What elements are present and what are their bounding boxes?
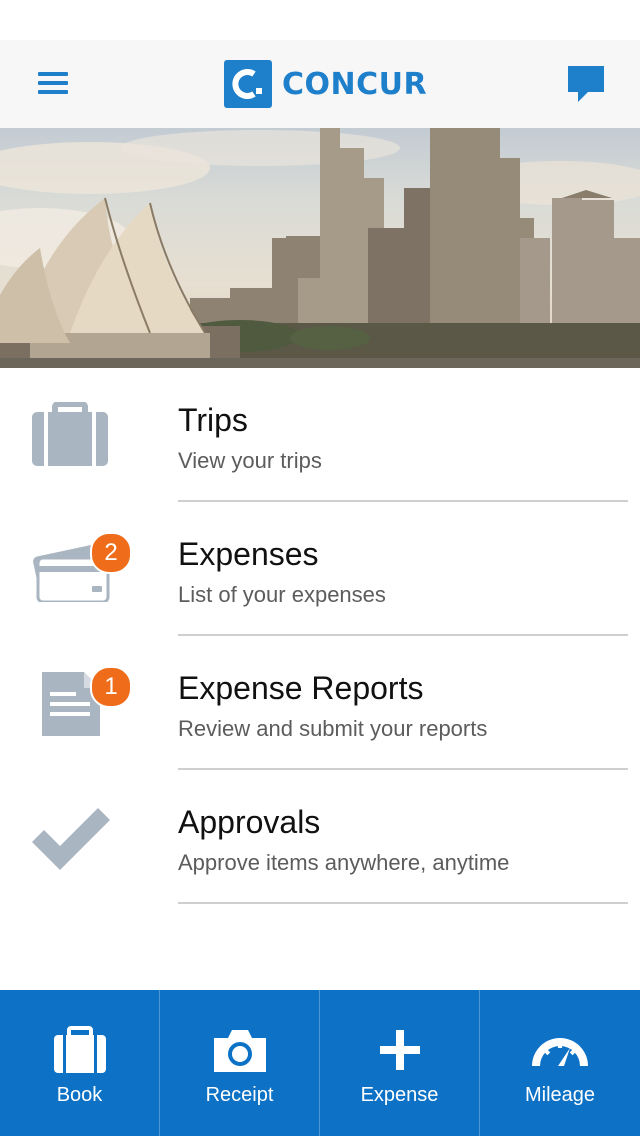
menu-item-title: Expense Reports xyxy=(178,670,424,706)
suitcase-icon xyxy=(50,1026,110,1074)
concur-logo: CONCUR xyxy=(224,60,427,108)
divider xyxy=(178,902,628,904)
tab-label: Receipt xyxy=(205,1084,274,1106)
menu-item-expense-reports[interactable]: 1 Expense Reports Review and submit your… xyxy=(0,636,640,770)
camera-icon xyxy=(210,1026,270,1074)
status-bar xyxy=(0,0,640,40)
tab-receipt[interactable]: Receipt xyxy=(160,990,320,1136)
tab-label: Mileage xyxy=(524,1084,596,1106)
checkmark-icon xyxy=(28,804,112,870)
expense-reports-count-badge: 1 xyxy=(90,666,132,708)
top-navigation-bar: CONCUR xyxy=(0,40,640,129)
menu-item-approvals[interactable]: Approvals Approve items anywhere, anytim… xyxy=(0,770,640,904)
menu-item-title: Trips xyxy=(178,402,248,438)
speedometer-icon xyxy=(530,1026,590,1074)
menu-item-subtitle: Approve items anywhere, anytime xyxy=(178,850,510,875)
bottom-tab-bar: Book Receipt Expense Mileage xyxy=(0,990,640,1136)
menu-item-trips[interactable]: Trips View your trips xyxy=(0,368,640,502)
expenses-count-badge: 2 xyxy=(90,532,132,574)
tab-label: Expense xyxy=(360,1084,439,1106)
concur-logo-icon xyxy=(224,60,272,108)
menu-hamburger-icon[interactable] xyxy=(36,66,72,102)
menu-item-subtitle: List of your expenses xyxy=(178,582,386,607)
plus-icon xyxy=(370,1026,430,1074)
hero-city-skyline-image xyxy=(0,128,640,368)
menu-item-subtitle: View your trips xyxy=(178,448,322,473)
menu-item-title: Expenses xyxy=(178,536,319,572)
tab-book[interactable]: Book xyxy=(0,990,160,1136)
menu-item-title: Approvals xyxy=(178,804,321,840)
brand-name: CONCUR xyxy=(282,66,428,102)
main-menu-list: Trips View your trips 2 Expenses List of… xyxy=(0,368,640,904)
menu-item-expenses[interactable]: 2 Expenses List of your expenses xyxy=(0,502,640,636)
suitcase-icon xyxy=(28,401,112,468)
tab-label: Book xyxy=(56,1084,103,1106)
menu-item-subtitle: Review and submit your reports xyxy=(178,716,488,741)
chat-bubble-icon[interactable] xyxy=(564,62,608,106)
tab-expense[interactable]: Expense xyxy=(320,990,480,1136)
tab-mileage[interactable]: Mileage xyxy=(480,990,640,1136)
